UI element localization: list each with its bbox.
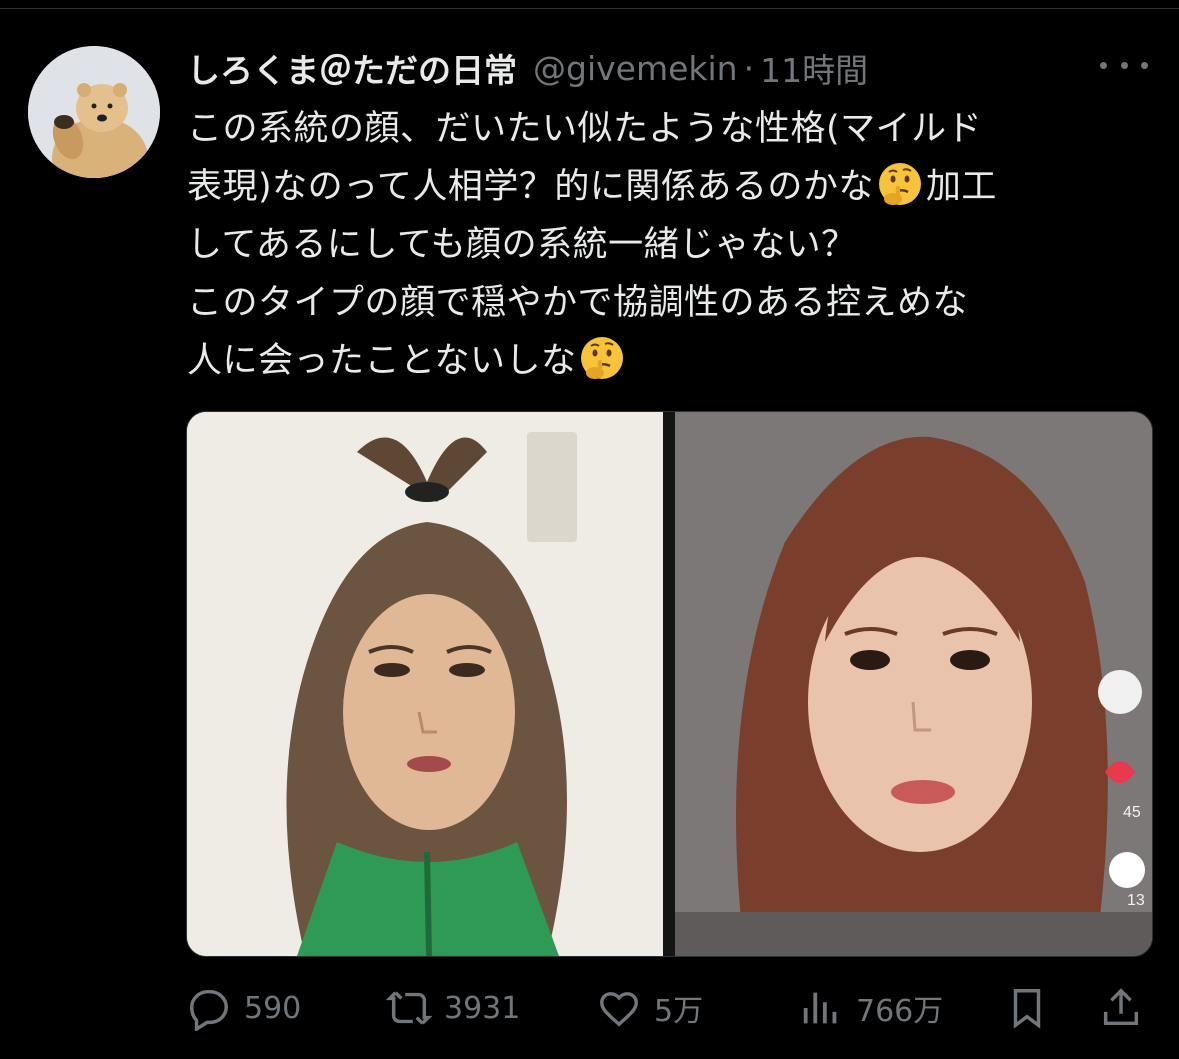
retweet-button[interactable]: 3931 (386, 978, 520, 1038)
media-divider (663, 412, 675, 956)
more-dot (1141, 61, 1148, 69)
portrait-image (675, 412, 1152, 956)
share-button[interactable] (1098, 978, 1144, 1038)
portrait-image (187, 412, 663, 956)
text-line-with-emoji: 表現)なのって人相学？的に関係あるのかな 加工 (187, 158, 1162, 216)
text-line: このタイプの顔で穏やかで協調性のある控えめな (187, 283, 969, 323)
more-dot (1100, 61, 1107, 69)
text-segment: 表現)なのって人相学？的に関係あるのかな (187, 167, 874, 207)
media-photo-left[interactable] (187, 412, 663, 956)
top-divider (0, 8, 1179, 9)
text-line-with-emoji: 人に会ったことないしな (187, 332, 1162, 390)
reply-icon (190, 989, 228, 1031)
side-count-likes: 45 (1123, 804, 1141, 821)
retweet-count: 3931 (444, 990, 521, 1026)
text-line: この系統の顔、だいたい似たような性格(マイルド (187, 109, 983, 149)
text-segment: 加工 (925, 167, 997, 207)
more-icon[interactable] (1100, 50, 1148, 80)
text-segment: 人に会ったことないしな (187, 341, 577, 381)
views-icon (803, 992, 837, 1024)
share-icon (1103, 988, 1139, 1026)
views-button[interactable]: 766万 (798, 978, 943, 1038)
thinking-face-icon (581, 337, 624, 379)
display-name[interactable]: しろくま＠ただの日常 (187, 44, 517, 92)
more-dot (1120, 61, 1128, 69)
avatar[interactable] (28, 46, 160, 178)
separator-dot: · (743, 48, 755, 88)
timestamp[interactable]: 11時間 (760, 44, 868, 92)
side-count-comments: 13 (1127, 892, 1145, 909)
like-count: 5万 (654, 994, 704, 1029)
handle[interactable]: @givemekin (533, 49, 738, 88)
bookmark-button[interactable] (1004, 978, 1050, 1038)
media-photo-right[interactable]: 45 13 (675, 412, 1152, 956)
bookmark-icon (1013, 989, 1041, 1029)
retweet-icon (386, 991, 432, 1025)
thinking-face-icon (878, 163, 921, 205)
tweet-header: しろくま＠ただの日常 @givemekin · 11時間 (187, 42, 1047, 94)
polar-bear-icon (28, 46, 160, 178)
reply-button[interactable]: 590 (186, 978, 301, 1038)
like-button[interactable]: 5万 (596, 978, 703, 1038)
tweet-actions: 590 3931 5万 766万 (186, 978, 1146, 1038)
reply-count: 590 (244, 990, 302, 1026)
tweet-media[interactable]: 45 13 (186, 411, 1153, 957)
text-line: してあるにしても顔の系統一緒じゃない？ (187, 225, 857, 265)
like-icon (600, 992, 638, 1027)
tweet-text: この系統の顔、だいたい似たような性格(マイルド 表現)なのって人相学？的に関係あ… (187, 100, 1162, 390)
views-count: 766万 (856, 994, 944, 1029)
